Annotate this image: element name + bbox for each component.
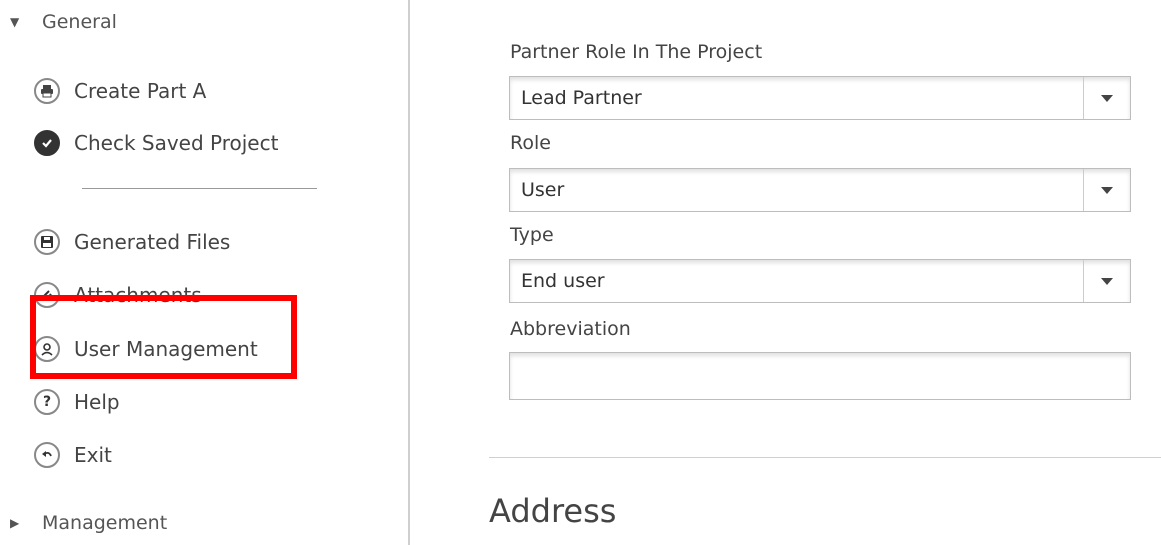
type-select[interactable]: End user [509, 259, 1131, 303]
sidebar-item-help[interactable]: ? Help [34, 387, 120, 417]
sidebar-divider [82, 188, 317, 189]
undo-icon [34, 442, 60, 468]
sidebar-item-label: Exit [74, 443, 112, 467]
caret-down-icon: ▼ [10, 15, 20, 29]
role-select[interactable]: User [509, 168, 1131, 212]
chevron-down-icon [1101, 277, 1113, 285]
abbreviation-label: Abbreviation [510, 318, 631, 340]
partner-role-label: Partner Role In The Project [510, 41, 763, 63]
sidebar-item-generated-files[interactable]: Generated Files [34, 227, 230, 257]
type-value: End user [521, 270, 605, 292]
section-management[interactable]: ▶ Management [10, 512, 167, 534]
section-management-label: Management [42, 512, 168, 534]
address-heading: Address [489, 492, 617, 530]
sidebar-item-label: Check Saved Project [74, 131, 279, 155]
dropdown-button[interactable] [1083, 77, 1130, 119]
check-circle-icon [34, 130, 60, 156]
abbreviation-input[interactable] [509, 352, 1131, 400]
role-value: User [521, 179, 565, 201]
sidebar-item-label: Help [74, 390, 120, 414]
dropdown-button[interactable] [1083, 169, 1130, 211]
section-divider [489, 457, 1161, 458]
caret-right-icon: ▶ [10, 516, 20, 530]
panel-divider [408, 0, 410, 545]
sidebar-item-exit[interactable]: Exit [34, 440, 112, 470]
role-label: Role [510, 132, 551, 154]
sidebar-item-label: Generated Files [74, 230, 231, 254]
sidebar-item-check-saved-project[interactable]: Check Saved Project [34, 128, 278, 158]
printer-icon [34, 78, 60, 104]
section-general[interactable]: ▼ General [10, 11, 117, 33]
question-icon: ? [34, 389, 60, 415]
save-icon [34, 229, 60, 255]
sidebar-item-create-part-a[interactable]: Create Part A [34, 76, 206, 106]
highlight-box [30, 295, 297, 379]
chevron-down-icon [1101, 186, 1113, 194]
partner-role-select[interactable]: Lead Partner [509, 76, 1131, 120]
partner-role-value: Lead Partner [521, 87, 642, 109]
sidebar: ▼ General Create Part A Check Saved Proj… [0, 0, 408, 545]
section-general-label: General [42, 11, 117, 33]
dropdown-button[interactable] [1083, 260, 1130, 302]
sidebar-item-label: Create Part A [74, 79, 207, 103]
type-label: Type [510, 224, 554, 246]
chevron-down-icon [1101, 94, 1113, 102]
